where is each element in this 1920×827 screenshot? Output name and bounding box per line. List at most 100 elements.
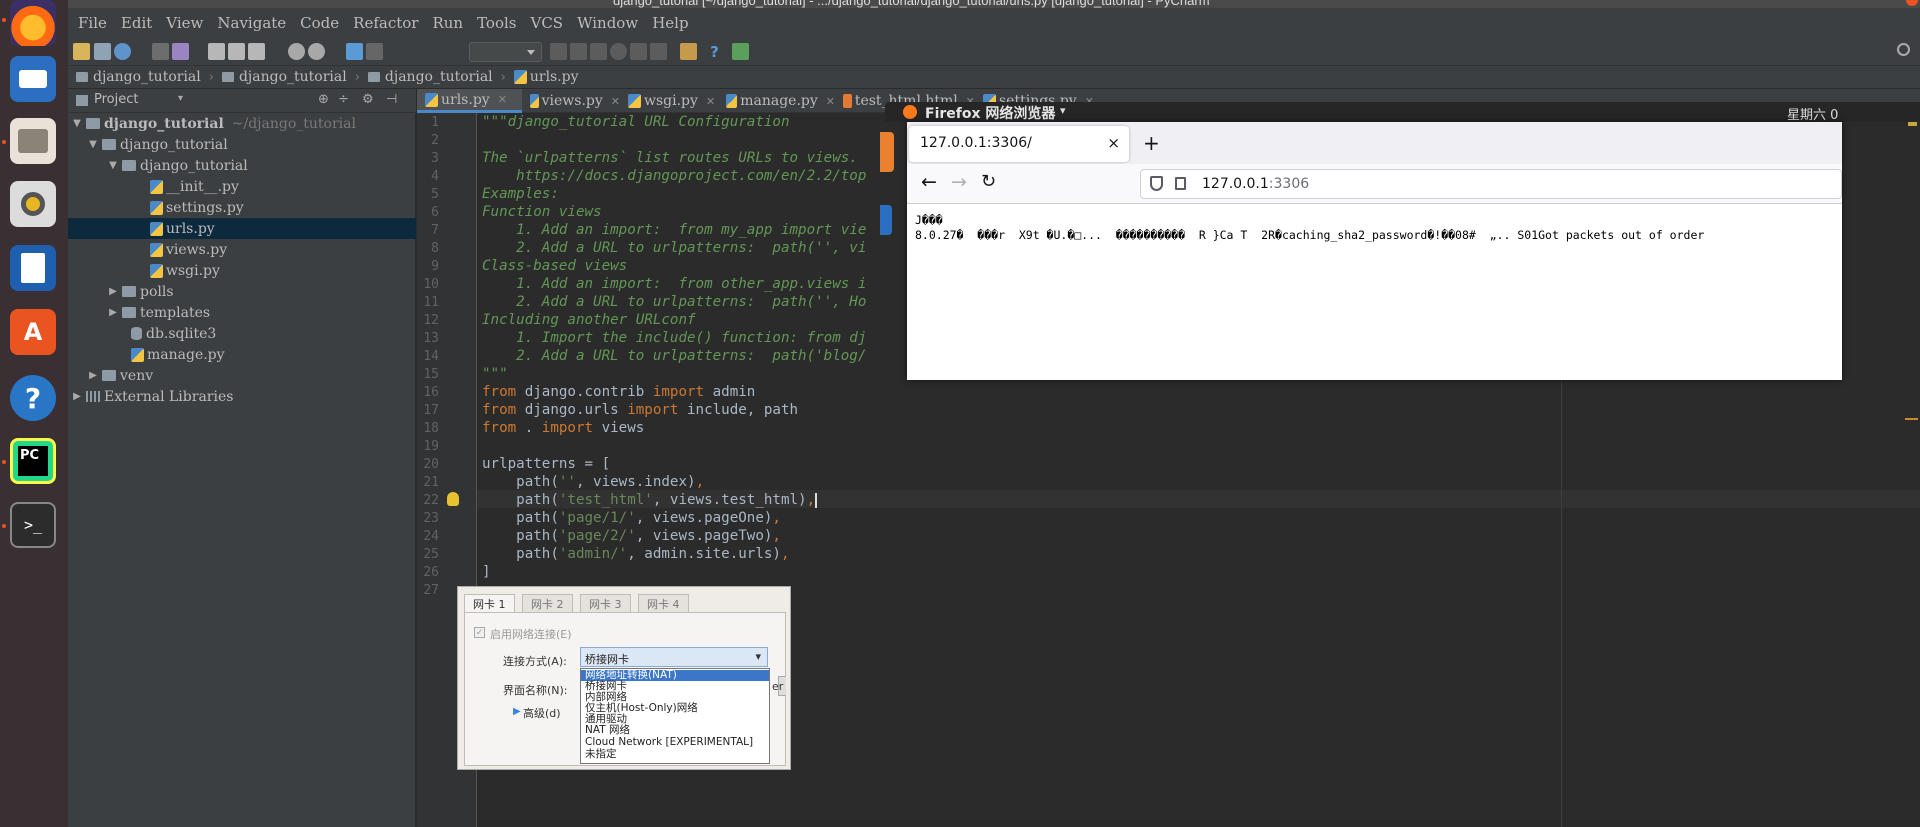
back-arrow-icon[interactable]: ← [921, 171, 937, 193]
coverage-icon[interactable] [590, 43, 607, 60]
menu-view[interactable]: View [160, 14, 209, 32]
close-tab-icon[interactable]: × [1107, 134, 1120, 152]
paste-icon[interactable] [248, 43, 265, 60]
tree-item-file[interactable]: __init__.py [68, 176, 416, 197]
menu-edit[interactable]: Edit [115, 14, 158, 32]
back-icon[interactable] [346, 43, 363, 60]
tree-item-file[interactable]: db.sqlite3 [68, 323, 416, 344]
menu-tools[interactable]: Tools [471, 14, 522, 32]
chevron-down-icon[interactable]: ▼ [108, 160, 118, 171]
debug-icon[interactable] [570, 43, 587, 60]
tree-item-file-selected[interactable]: urls.py [68, 218, 416, 239]
redo-icon[interactable] [172, 43, 189, 60]
tree-item-folder[interactable]: ▶ polls [68, 281, 416, 302]
chevron-down-icon[interactable]: ▼ [88, 139, 98, 150]
scrollbar-marker[interactable] [1905, 418, 1918, 420]
menu-window[interactable]: Window [571, 14, 644, 32]
attached-to-options-list[interactable]: 网络地址转换(NAT) 桥接网卡 内部网络 仅主机(Host-Only)网络 通… [580, 668, 770, 764]
close-window-button[interactable] [1906, 0, 1918, 6]
profile-icon[interactable] [610, 43, 627, 60]
option-cloud-network[interactable]: Cloud Network [EXPERIMENTAL] [585, 737, 753, 748]
menu-file[interactable]: File [72, 14, 113, 32]
undo-icon[interactable] [152, 43, 169, 60]
structure-icon[interactable] [732, 43, 749, 60]
chevron-down-icon[interactable]: ▾ [178, 93, 183, 104]
option-not-attached[interactable]: 未指定 [585, 749, 617, 760]
tab-adapter-4[interactable]: 网卡 4 [638, 594, 689, 613]
collapse-all-icon[interactable]: ÷ [338, 92, 349, 107]
locate-icon[interactable]: ⊕ [318, 92, 329, 107]
breadcrumb-item[interactable]: django_tutorial [221, 69, 347, 85]
chevron-right-icon[interactable]: ▶ [88, 370, 98, 381]
tree-item-file[interactable]: settings.py [68, 197, 416, 218]
tree-item-folder[interactable]: ▼ django_tutorial [68, 155, 416, 176]
menu-help[interactable]: Help [646, 14, 694, 32]
tab-urls-py[interactable]: urls.py ✕ [417, 89, 522, 113]
cut-icon[interactable] [208, 43, 225, 60]
enable-adapter-checkbox[interactable]: ✓ [474, 627, 485, 638]
close-icon[interactable]: ✕ [611, 95, 620, 108]
menu-vcs[interactable]: VCS [525, 14, 570, 32]
tab-adapter-3[interactable]: 网卡 3 [580, 594, 631, 613]
replace-icon[interactable] [308, 43, 325, 60]
tree-item-folder[interactable]: ▼ django_tutorial [68, 134, 416, 155]
tree-item-file[interactable]: manage.py [68, 344, 416, 365]
pycharm-icon[interactable]: PC [10, 438, 56, 484]
tree-item-project-root[interactable]: ▼ django_tutorial ~/django_tutorial [68, 113, 416, 134]
attached-to-select[interactable]: 桥接网卡 [580, 647, 768, 667]
url-bar[interactable]: 127.0.0.1:3306 [1140, 169, 1842, 199]
lightbulb-icon[interactable] [447, 492, 459, 506]
forward-icon[interactable] [366, 43, 383, 60]
terminal-icon[interactable]: >_ [10, 502, 56, 548]
software-center-icon[interactable]: A [10, 309, 56, 355]
tree-item-folder[interactable]: ▶ venv [68, 365, 416, 386]
reload-icon[interactable]: ↻ [981, 171, 996, 192]
rhythmbox-icon[interactable] [10, 181, 56, 227]
stop-icon[interactable] [650, 43, 667, 60]
forward-arrow-icon[interactable]: → [951, 171, 967, 193]
chevron-right-icon[interactable]: ▶ [108, 286, 118, 297]
browser-tab[interactable]: 127.0.0.1:3306/ × [909, 126, 1129, 162]
close-icon[interactable]: ✕ [706, 95, 715, 108]
sync-icon[interactable] [114, 43, 131, 60]
page-info-icon[interactable] [1175, 177, 1186, 190]
file-manager-icon[interactable] [10, 118, 56, 164]
gear-icon[interactable]: ⚙ [362, 92, 374, 107]
menu-navigate[interactable]: Navigate [211, 14, 292, 32]
concurrency-icon[interactable] [630, 43, 647, 60]
breadcrumb-item[interactable]: django_tutorial [367, 69, 493, 85]
close-icon[interactable]: ✕ [498, 93, 507, 106]
tab-adapter-1[interactable]: 网卡 1 [464, 594, 515, 613]
breadcrumb-item[interactable]: urls.py [513, 69, 579, 85]
expand-advanced-icon[interactable]: ▶ [513, 706, 521, 717]
firefox-icon[interactable] [10, 0, 56, 46]
chevron-right-icon[interactable]: ▶ [72, 391, 82, 402]
option-nat-network[interactable]: NAT 网络 [585, 725, 630, 736]
open-folder-icon[interactable] [73, 43, 90, 60]
copy-icon[interactable] [228, 43, 245, 60]
hide-panel-icon[interactable]: ⊣ [386, 92, 397, 107]
chevron-down-icon[interactable]: ▼ [72, 118, 82, 129]
find-icon[interactable] [288, 43, 305, 60]
breadcrumb-item[interactable]: django_tutorial [76, 69, 201, 85]
chevron-down-icon[interactable]: ▾ [1060, 104, 1066, 117]
search-everywhere-icon[interactable] [1897, 43, 1910, 56]
help-icon[interactable]: ? [10, 375, 56, 421]
tab-wsgi-py[interactable]: wsgi.py ✕ [620, 89, 718, 113]
tab-adapter-2[interactable]: 网卡 2 [522, 594, 573, 613]
tree-item-folder[interactable]: ▶ templates [68, 302, 416, 323]
tab-views-py[interactable]: views.py ✕ [522, 89, 620, 113]
advanced-toggle-label[interactable]: 高级(d) [523, 705, 561, 721]
menu-refactor[interactable]: Refactor [347, 14, 424, 32]
project-view-select[interactable]: Project [94, 92, 138, 107]
run-icon[interactable] [550, 43, 567, 60]
save-icon[interactable] [94, 43, 111, 60]
chevron-right-icon[interactable]: ▶ [108, 307, 118, 318]
help-icon[interactable]: ? [706, 43, 723, 61]
menu-run[interactable]: Run [426, 14, 469, 32]
new-tab-icon[interactable]: + [1143, 131, 1160, 155]
tree-item-external-libraries[interactable]: ▶ External Libraries [68, 386, 416, 407]
settings-icon[interactable] [680, 43, 697, 60]
shield-icon[interactable] [1150, 176, 1163, 191]
tab-manage-py[interactable]: manage.py ✕ [718, 89, 835, 113]
